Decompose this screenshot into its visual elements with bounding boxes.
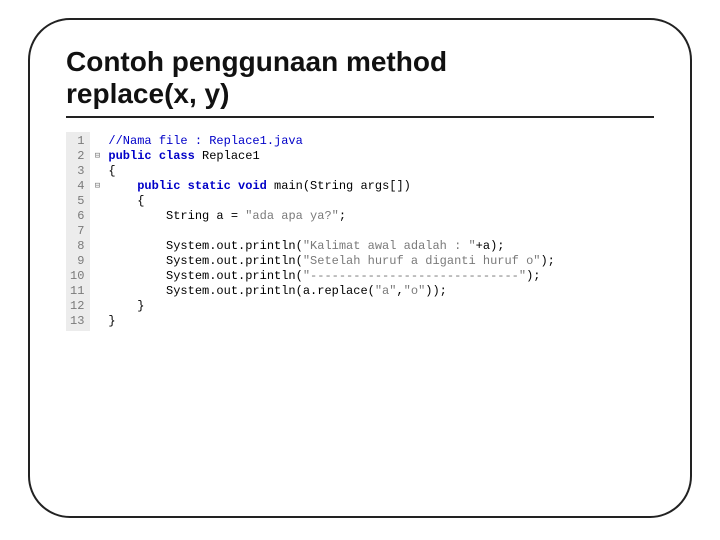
code-text-span: System.out.println( — [108, 269, 302, 283]
code-string: "o" — [404, 284, 426, 298]
code-keyword: public class — [108, 149, 194, 163]
code-text-span: , — [396, 284, 403, 298]
code-text-span: ); — [526, 269, 540, 283]
code-text-span: { — [108, 194, 144, 208]
code-indent — [108, 179, 137, 193]
code-text-span: System.out.println(a.replace( — [108, 284, 374, 298]
code-text-span: main(String args[]) — [267, 179, 411, 193]
code-string: "Setelah huruf a diganti huruf o" — [303, 254, 541, 268]
code-text-span: ; — [339, 209, 346, 223]
code-text-span: System.out.println( — [108, 254, 302, 268]
title-line-2: replace(x, y) — [66, 78, 229, 109]
title-line-1: Contoh penggunaan method — [66, 46, 447, 77]
code-text-span: +a); — [476, 239, 505, 253]
code-text-span: Replace1 — [195, 149, 260, 163]
code-text-span: System.out.println( — [108, 239, 302, 253]
code-text-span: ); — [540, 254, 554, 268]
code-text-span: } — [108, 299, 144, 313]
code-string: "a" — [375, 284, 397, 298]
code-text: //Nama file : Replace1.java public class… — [104, 132, 554, 331]
code-text-span: String a = — [108, 209, 245, 223]
code-text-span: } — [108, 314, 115, 328]
code-block: 1 2 3 4 5 6 7 8 9 10 11 12 13 ⊟ ⊟ //Nama… — [66, 132, 654, 331]
code-keyword: public static void — [137, 179, 267, 193]
code-text-span: )); — [425, 284, 447, 298]
code-string: "Kalimat awal adalah : " — [303, 239, 476, 253]
line-number-gutter: 1 2 3 4 5 6 7 8 9 10 11 12 13 — [66, 132, 90, 331]
slide-frame: Contoh penggunaan method replace(x, y) 1… — [28, 18, 692, 518]
fold-column: ⊟ ⊟ — [90, 132, 104, 331]
code-comment: //Nama file : Replace1.java — [108, 134, 302, 148]
code-string: "-----------------------------" — [303, 269, 526, 283]
code-string: "ada apa ya?" — [245, 209, 339, 223]
code-text-span: { — [108, 164, 115, 178]
slide-title: Contoh penggunaan method replace(x, y) — [66, 46, 654, 118]
